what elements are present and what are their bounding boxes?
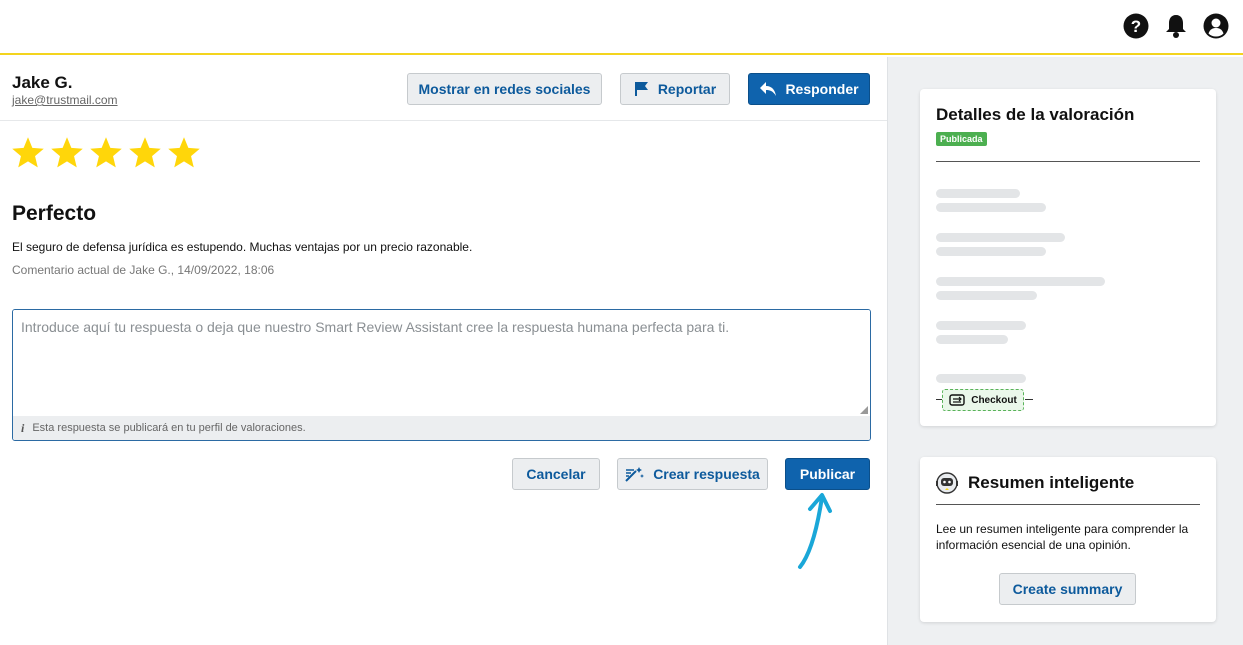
resize-handle-icon[interactable]: [860, 406, 868, 414]
reply-box: i Esta respuesta se publicará en tu perf…: [12, 309, 871, 441]
star-icon: [51, 137, 83, 168]
cart-swap-icon: [949, 394, 965, 406]
star-rating: [10, 135, 202, 171]
review-details-title: Detalles de la valoración: [936, 105, 1135, 124]
reviewer-name: Jake G.: [12, 73, 73, 92]
smart-summary-title: Resumen inteligente: [968, 473, 1135, 492]
divider: [1025, 399, 1033, 400]
star-icon: [90, 137, 122, 168]
publish-label: Publicar: [799, 466, 856, 482]
reply-info-text: Esta respuesta se publicará en tu perfil…: [32, 422, 306, 434]
top-bar-icons: ?: [1123, 13, 1229, 39]
skeleton-line: [936, 291, 1037, 300]
review-panel: Jake G. jake@trustmail.com Mostrar en re…: [0, 57, 887, 645]
info-icon: i: [21, 420, 25, 435]
show-on-social-button[interactable]: Mostrar en redes sociales: [407, 73, 602, 105]
review-body: El seguro de defensa jurídica es estupen…: [12, 240, 473, 254]
reply-label: Responder: [785, 81, 859, 97]
smart-summary-card: Resumen inteligente Lee un resumen intel…: [920, 457, 1216, 622]
skeleton-line: [936, 247, 1046, 256]
divider: [936, 161, 1200, 162]
review-title: Perfecto: [12, 202, 97, 225]
show-on-social-label: Mostrar en redes sociales: [418, 81, 591, 97]
reply-arrow-icon: [760, 82, 777, 96]
help-icon[interactable]: ?: [1123, 13, 1149, 39]
checkout-tag: Checkout: [942, 389, 1024, 411]
skeleton-line: [936, 335, 1008, 344]
create-reply-label: Crear respuesta: [653, 466, 760, 482]
flag-icon: [634, 82, 648, 96]
reviewer-header: Jake G. jake@trustmail.com Mostrar en re…: [0, 57, 887, 121]
publish-button[interactable]: Publicar: [785, 458, 870, 490]
report-button[interactable]: Reportar: [620, 73, 730, 105]
skeleton-line: [936, 189, 1020, 198]
divider: [936, 504, 1200, 505]
star-icon: [129, 137, 161, 168]
smart-summary-text: Lee un resumen inteligente para comprend…: [936, 522, 1189, 552]
report-label: Reportar: [657, 81, 717, 97]
skeleton-line: [936, 203, 1046, 212]
top-bar: ?: [0, 0, 1243, 55]
hint-arrow-icon: [798, 493, 832, 569]
magic-wand-icon: [625, 467, 645, 482]
reply-info-bar: i Esta respuesta se publicará en tu perf…: [13, 416, 870, 440]
create-summary-button[interactable]: Create summary: [999, 573, 1136, 605]
star-icon: [168, 137, 200, 168]
cancel-button[interactable]: Cancelar: [512, 458, 600, 490]
create-reply-button[interactable]: Crear respuesta: [617, 458, 768, 490]
create-summary-label: Create summary: [1012, 581, 1123, 597]
skeleton-line: [936, 233, 1065, 242]
cancel-label: Cancelar: [526, 466, 586, 482]
reply-textarea[interactable]: [13, 310, 870, 416]
reviewer-email[interactable]: jake@trustmail.com: [12, 93, 118, 107]
skeleton-line: [936, 374, 1026, 383]
robot-assistant-icon: [936, 472, 958, 494]
checkout-label: Checkout: [971, 394, 1017, 406]
status-badge: Publicada: [936, 132, 987, 146]
reply-button[interactable]: Responder: [748, 73, 870, 105]
review-meta: Comentario actual de Jake G., 14/09/2022…: [12, 263, 275, 277]
star-icon: [12, 137, 44, 168]
bell-icon[interactable]: [1163, 13, 1189, 39]
skeleton-line: [936, 277, 1105, 286]
svg-text:?: ?: [1131, 17, 1141, 36]
account-icon[interactable]: [1203, 13, 1229, 39]
review-details-card: Detalles de la valoración Publicada Chec…: [920, 89, 1216, 426]
skeleton-line: [936, 321, 1026, 330]
right-sidebar: Detalles de la valoración Publicada Chec…: [887, 57, 1243, 645]
